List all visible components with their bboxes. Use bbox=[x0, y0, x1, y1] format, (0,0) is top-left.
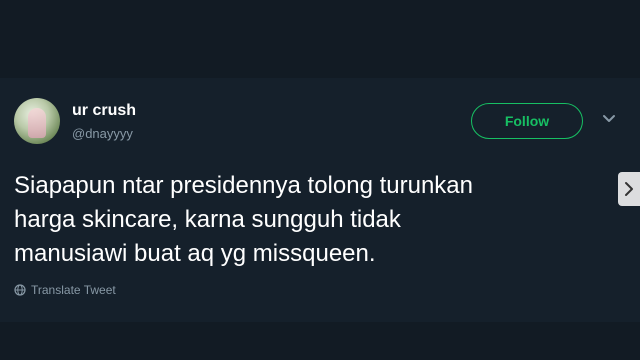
translate-tweet-link[interactable]: Translate Tweet bbox=[14, 283, 116, 297]
bottom-band bbox=[0, 322, 640, 360]
tweet-card: ur crush @dnayyyy Follow Siapapun ntar p… bbox=[0, 78, 640, 322]
avatar[interactable] bbox=[14, 98, 60, 144]
next-slide-button[interactable] bbox=[618, 172, 640, 206]
screenshot-frame: ur crush @dnayyyy Follow Siapapun ntar p… bbox=[0, 0, 640, 360]
globe-icon bbox=[14, 284, 26, 296]
user-handle[interactable]: @dnayyyy bbox=[72, 126, 133, 141]
top-band bbox=[0, 0, 640, 78]
tweet-text: Siapapun ntar presidennya tolong turunka… bbox=[14, 172, 473, 267]
avatar-figure bbox=[28, 108, 46, 138]
chevron-down-icon[interactable] bbox=[600, 110, 618, 128]
display-name[interactable]: ur crush bbox=[72, 102, 136, 120]
follow-button[interactable]: Follow bbox=[471, 103, 583, 139]
chevron-right-icon bbox=[625, 182, 633, 196]
translate-label: Translate Tweet bbox=[31, 283, 116, 297]
